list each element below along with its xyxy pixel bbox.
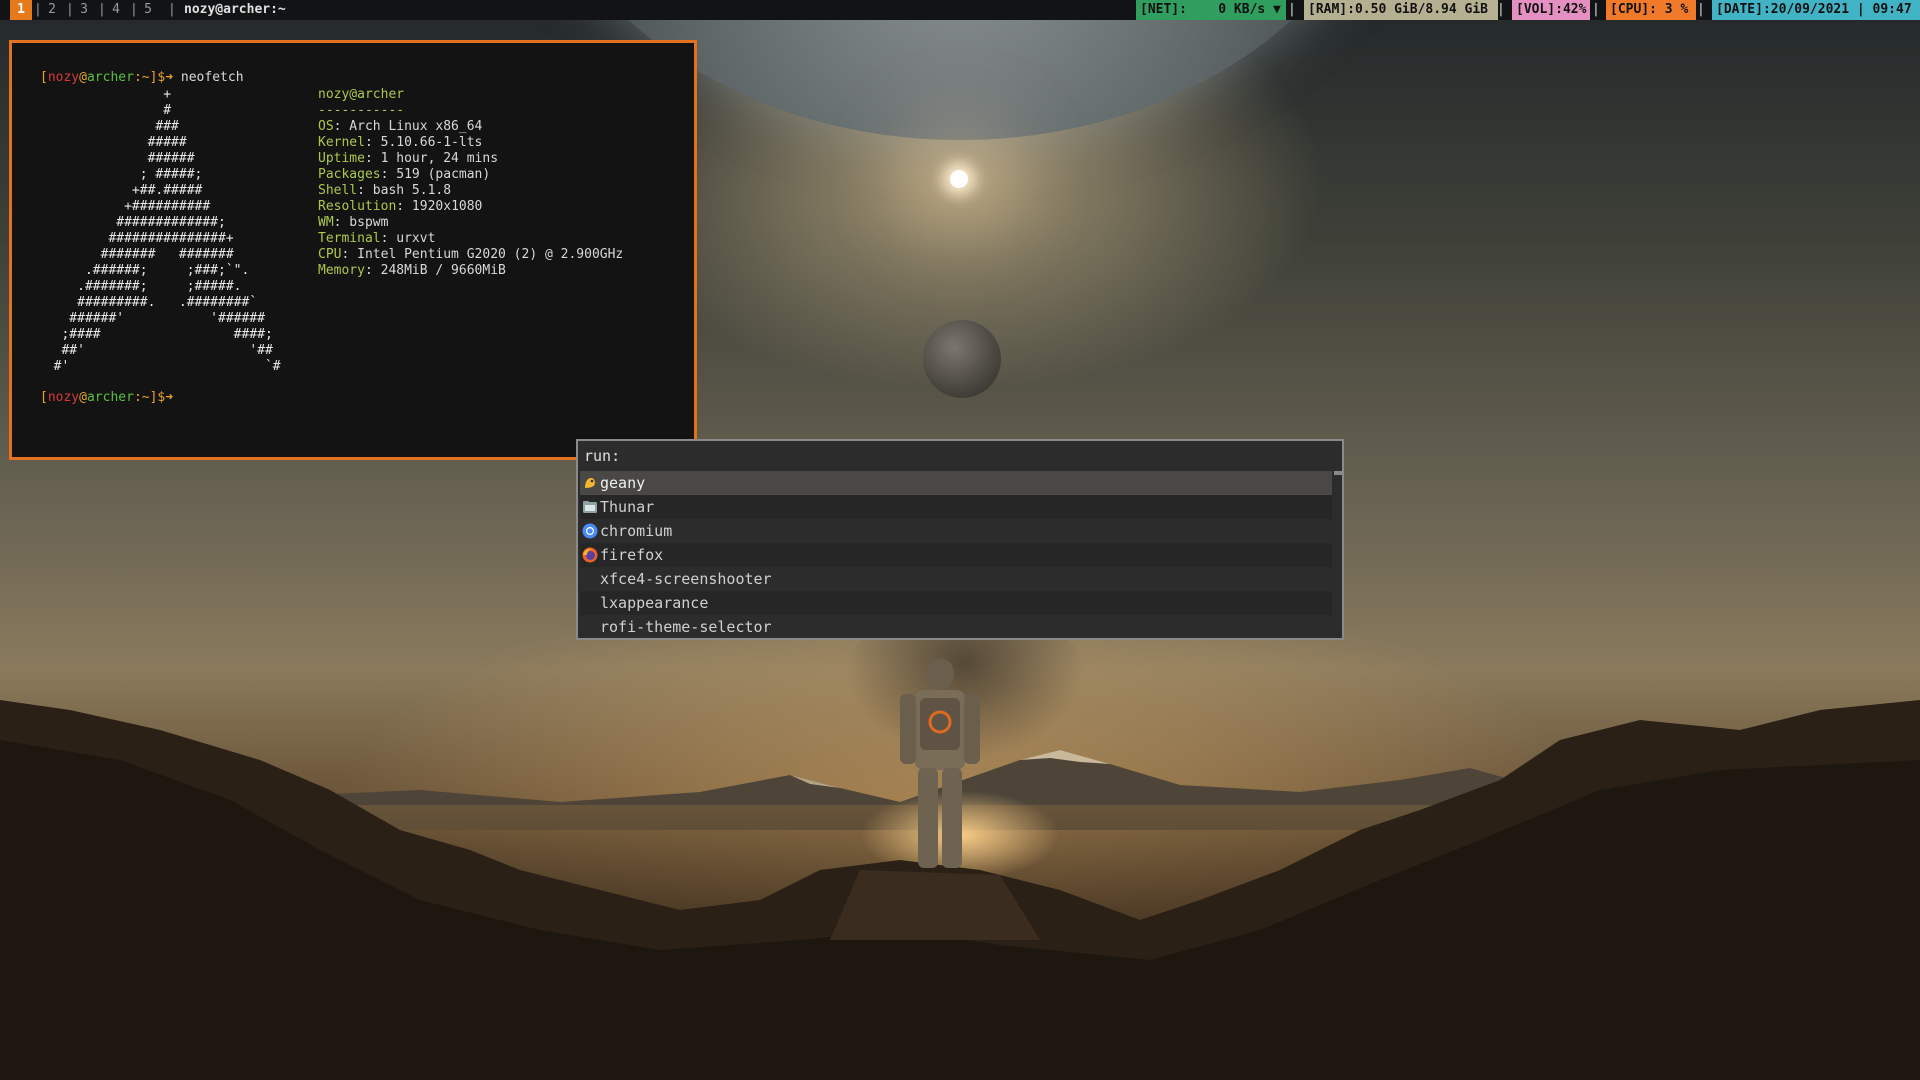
rofi-item-geany[interactable]: geany bbox=[580, 471, 1332, 495]
status-bar: 1 | 2 | 3 | 4 | 5 | nozy@archer:~ [NET]:… bbox=[0, 0, 1920, 20]
info-value: : bspwm bbox=[333, 215, 389, 230]
rofi-item-firefox[interactable]: firefox bbox=[580, 543, 1332, 567]
focused-window-title: nozy@archer:~ bbox=[184, 2, 286, 17]
rofi-item-label: Thunar bbox=[600, 498, 655, 516]
info-key: OS bbox=[318, 119, 334, 134]
prompt-line-current[interactable]: [nozy@archer:~]$➜ bbox=[40, 390, 173, 406]
workspace-separator: | bbox=[98, 2, 106, 17]
prompt-end: ]$➜ bbox=[149, 70, 174, 85]
prompt-bracket: [ bbox=[40, 390, 48, 405]
prompt-user: nozy bbox=[47, 70, 80, 85]
geany-icon bbox=[585, 478, 597, 488]
info-terminal: Terminal: urxvt bbox=[318, 231, 623, 247]
info-value: : 1 hour, 24 mins bbox=[364, 151, 499, 166]
ram-module: [RAM]:0.50 GiB/8.94 GiB bbox=[1304, 0, 1498, 20]
title-separator: | bbox=[168, 2, 176, 17]
rofi-item-rofi-theme-selector[interactable]: rofi-theme-selector bbox=[580, 615, 1332, 639]
wallpaper-astronaut bbox=[900, 658, 980, 868]
neofetch-info: nozy@archer ----------- OS: Arch Linux x… bbox=[318, 87, 623, 279]
prompt-dir: ~ bbox=[141, 390, 150, 405]
module-separator: | bbox=[1288, 2, 1296, 17]
rofi-prompt: run: bbox=[584, 447, 621, 465]
workspace-5[interactable]: 5 bbox=[140, 0, 156, 20]
typed-command: neofetch bbox=[173, 70, 244, 85]
info-memory: Memory: 248MiB / 9660MiB bbox=[318, 263, 623, 279]
volume-module[interactable]: [VOL]:42% bbox=[1512, 0, 1590, 20]
prompt-sep: : bbox=[133, 390, 142, 405]
info-kernel: Kernel: 5.10.66-1-lts bbox=[318, 135, 623, 151]
rofi-item-xfce4-screenshooter[interactable]: xfce4-screenshooter bbox=[580, 567, 1332, 591]
info-key: WM bbox=[318, 215, 334, 230]
prompt-user: nozy bbox=[47, 390, 80, 405]
prompt-at: @ bbox=[79, 390, 87, 405]
workspace-1[interactable]: 1 bbox=[10, 0, 32, 20]
rofi-results-list: geany Thunar chromium firefox xfce4-scre… bbox=[580, 471, 1332, 639]
prompt-sep: : bbox=[133, 70, 142, 85]
rofi-launcher: run: geany Thunar chromium firefox xfce4… bbox=[576, 439, 1344, 640]
info-value: : 1920x1080 bbox=[396, 199, 483, 214]
rofi-item-label: lxappearance bbox=[600, 594, 709, 612]
workspace-3[interactable]: 3 bbox=[76, 0, 92, 20]
module-separator: | bbox=[1697, 2, 1705, 17]
info-key: Kernel bbox=[318, 135, 365, 150]
info-cpu: CPU: Intel Pentium G2020 (2) @ 2.900GHz bbox=[318, 247, 623, 263]
wallpaper-sun bbox=[950, 170, 968, 188]
info-key: Packages bbox=[318, 167, 381, 182]
rofi-item-thunar[interactable]: Thunar bbox=[580, 495, 1332, 519]
info-resolution: Resolution: 1920x1080 bbox=[318, 199, 623, 215]
date-module: [DATE]:20/09/2021 | 09:47 bbox=[1712, 0, 1920, 20]
info-key: Terminal bbox=[318, 231, 381, 246]
rofi-item-lxappearance[interactable]: lxappearance bbox=[580, 591, 1332, 615]
info-rule: ----------- bbox=[318, 103, 405, 118]
info-key: CPU bbox=[318, 247, 342, 262]
terminal-window[interactable]: [nozy@archer:~]$➜ neofetch + # ### #####… bbox=[9, 40, 697, 460]
prompt-host: archer bbox=[86, 390, 134, 405]
info-wm: WM: bspwm bbox=[318, 215, 623, 231]
thunar-icon bbox=[583, 501, 597, 513]
wallpaper-moon bbox=[923, 320, 1001, 398]
firefox-icon bbox=[582, 547, 598, 563]
rofi-item-chromium[interactable]: chromium bbox=[580, 519, 1332, 543]
info-value: : Arch Linux x86_64 bbox=[333, 119, 483, 134]
prompt-line: [nozy@archer:~]$➜ neofetch bbox=[40, 70, 244, 86]
prompt-bracket: [ bbox=[40, 70, 48, 85]
info-uptime: Uptime: 1 hour, 24 mins bbox=[318, 151, 623, 167]
arch-logo-ascii: + # ### ##### ###### ; #####; +##.##### … bbox=[53, 87, 281, 374]
rofi-item-label: firefox bbox=[600, 546, 664, 564]
workspace-4[interactable]: 4 bbox=[108, 0, 124, 20]
prompt-dir: ~ bbox=[141, 70, 150, 85]
chromium-icon bbox=[582, 523, 598, 539]
prompt-host: archer bbox=[86, 70, 134, 85]
info-key: Uptime bbox=[318, 151, 365, 166]
info-value: : 519 (pacman) bbox=[380, 167, 491, 182]
info-header: nozy@archer bbox=[318, 87, 405, 102]
net-module: [NET]: 0 KB/s ▼ bbox=[1136, 0, 1286, 20]
info-key: Shell bbox=[318, 183, 358, 198]
prompt-at: @ bbox=[79, 70, 87, 85]
info-value: : Intel Pentium G2020 (2) @ 2.900GHz bbox=[341, 247, 624, 262]
rofi-item-label: geany bbox=[600, 474, 646, 492]
info-value: : 5.10.66-1-lts bbox=[364, 135, 483, 150]
info-value: : 248MiB / 9660MiB bbox=[364, 263, 506, 278]
cpu-module: [CPU]: 3 % bbox=[1606, 0, 1696, 20]
info-key: Memory bbox=[318, 263, 365, 278]
info-key: Resolution bbox=[318, 199, 397, 214]
prompt-end: ]$➜ bbox=[149, 390, 174, 405]
rofi-item-label: xfce4-screenshooter bbox=[600, 570, 772, 588]
workspace-separator: | bbox=[130, 2, 138, 17]
rofi-item-label: rofi-theme-selector bbox=[600, 618, 772, 636]
info-os: OS: Arch Linux x86_64 bbox=[318, 119, 623, 135]
rofi-scrollbar[interactable] bbox=[1334, 471, 1342, 475]
workspace-separator: | bbox=[34, 2, 42, 17]
info-shell: Shell: bash 5.1.8 bbox=[318, 183, 623, 199]
module-separator: | bbox=[1497, 2, 1505, 17]
rofi-item-label: chromium bbox=[600, 522, 673, 540]
rofi-search-input[interactable] bbox=[622, 445, 1326, 469]
info-packages: Packages: 519 (pacman) bbox=[318, 167, 623, 183]
workspace-separator: | bbox=[66, 2, 74, 17]
info-value: : urxvt bbox=[380, 231, 436, 246]
info-value: : bash 5.1.8 bbox=[357, 183, 452, 198]
module-separator: | bbox=[1592, 2, 1600, 17]
workspace-2[interactable]: 2 bbox=[44, 0, 60, 20]
